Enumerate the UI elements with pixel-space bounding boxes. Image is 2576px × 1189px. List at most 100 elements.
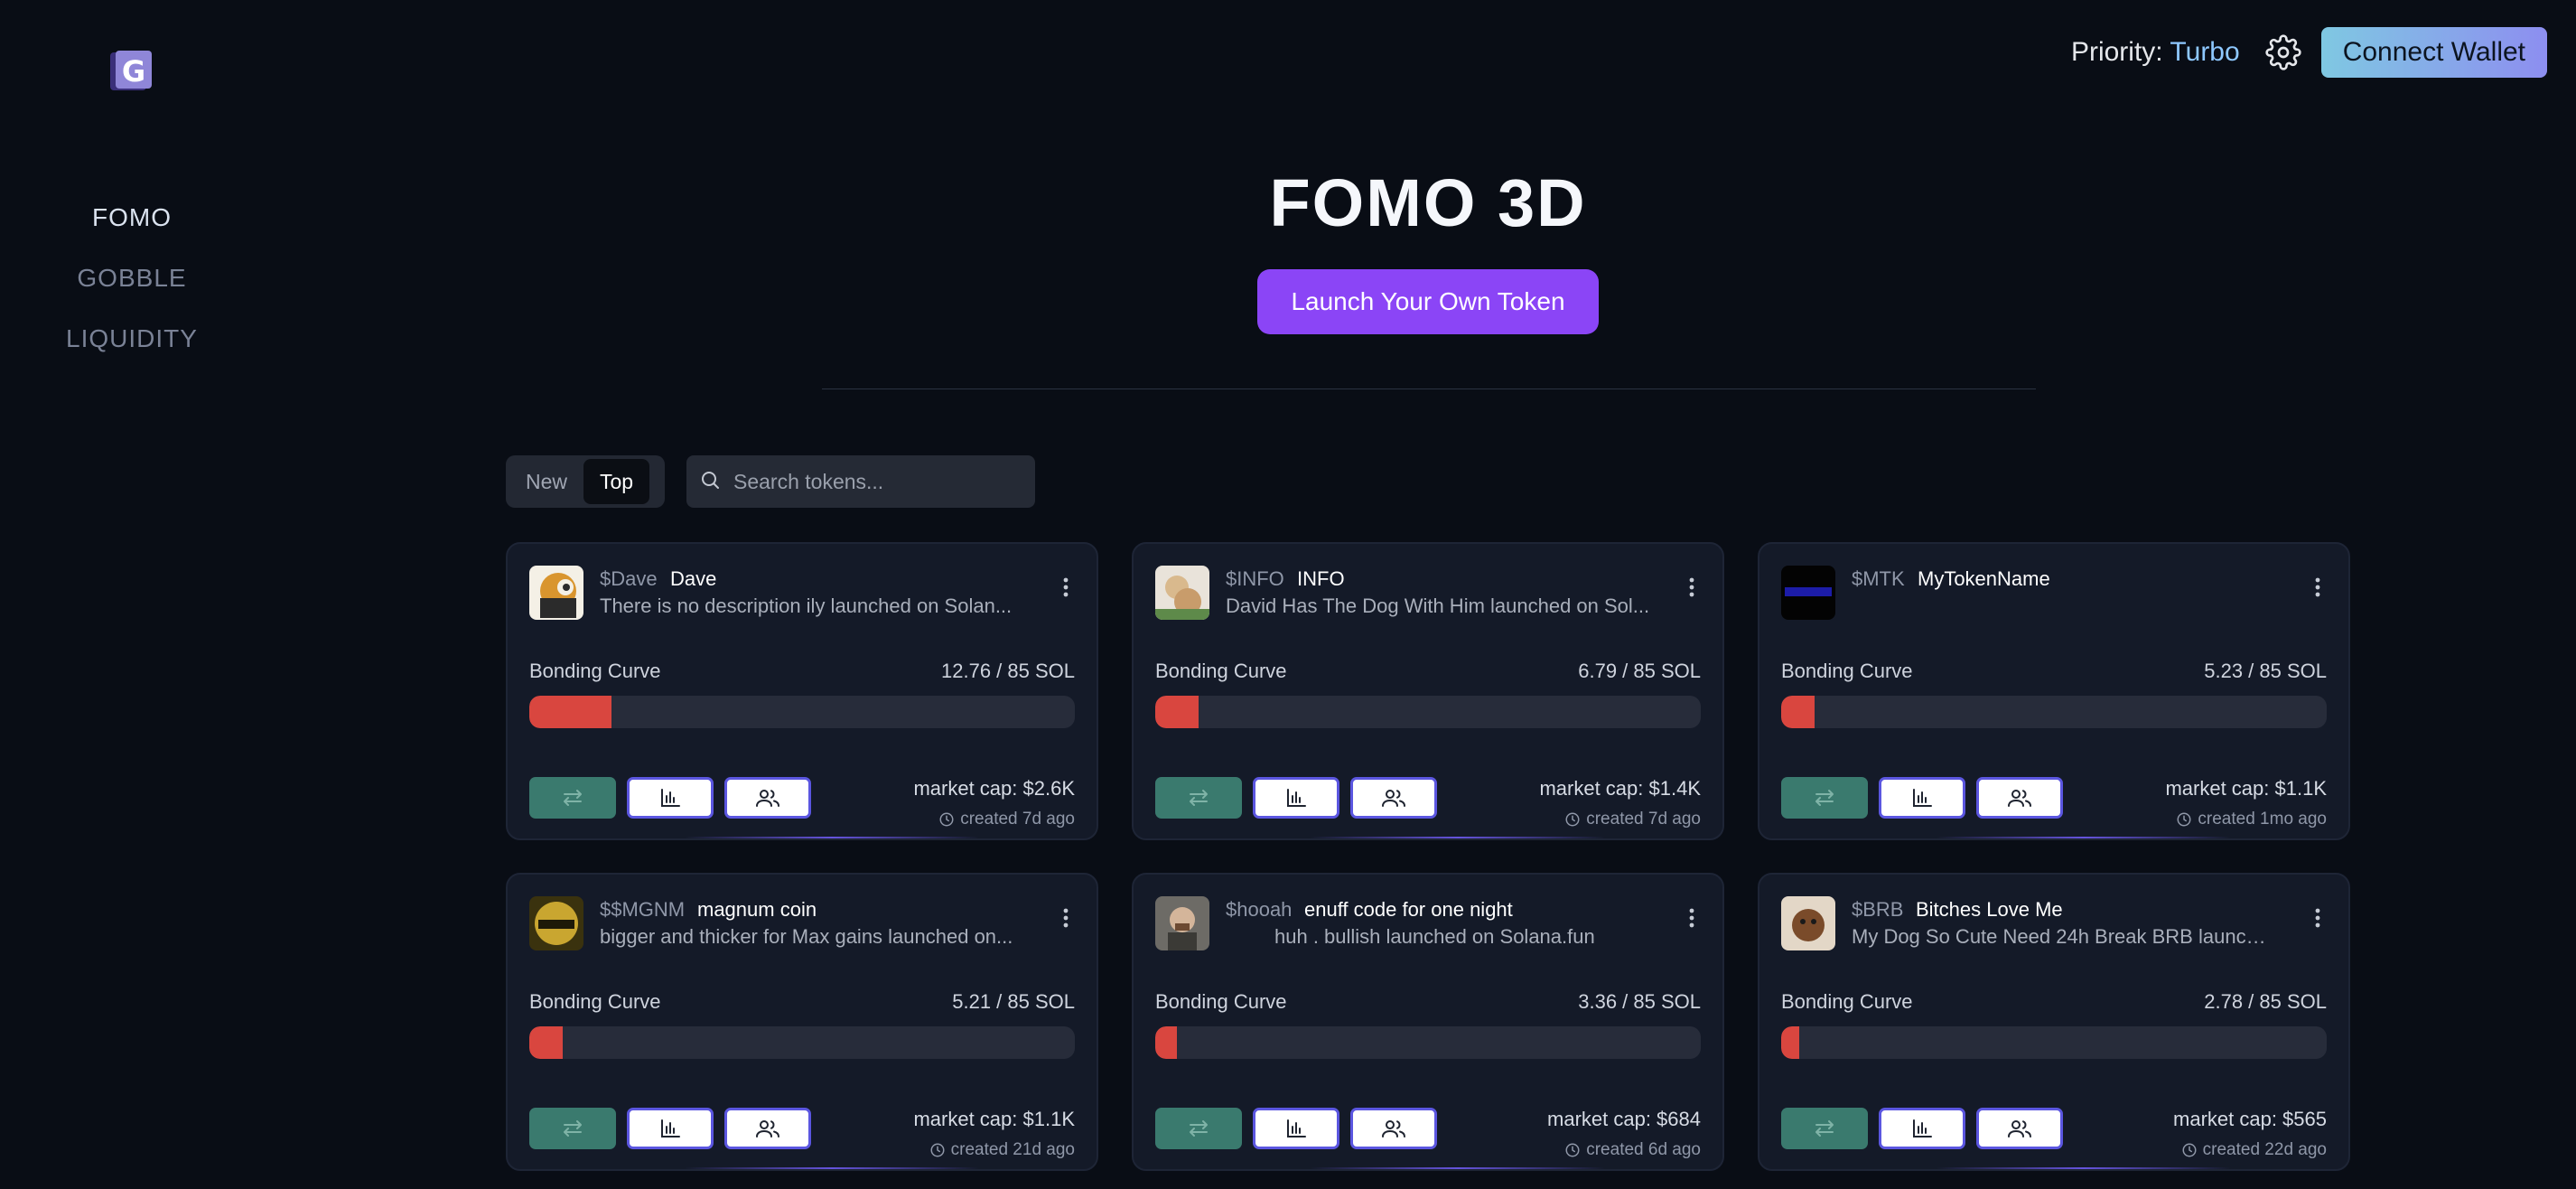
token-name: MyTokenName bbox=[1918, 567, 2050, 590]
bonding-curve-label: Bonding Curve bbox=[1781, 660, 1913, 682]
search-input[interactable] bbox=[732, 468, 1024, 495]
bar-chart-icon bbox=[1287, 789, 1306, 807]
priority-selector[interactable]: Priority: Turbo bbox=[2071, 37, 2240, 68]
bonding-curve-label: Bonding Curve bbox=[529, 990, 661, 1013]
bonding-progress-fill bbox=[1155, 696, 1199, 728]
clock-icon bbox=[1565, 812, 1580, 827]
chart-button[interactable] bbox=[1879, 777, 1965, 819]
swap-button[interactable] bbox=[1155, 1108, 1242, 1149]
bar-chart-icon bbox=[661, 789, 680, 807]
created-time: created 7d ago bbox=[938, 810, 1075, 829]
search-icon bbox=[699, 469, 721, 495]
swap-icon bbox=[1190, 1120, 1208, 1137]
swap-button[interactable] bbox=[1155, 777, 1242, 819]
priority-value: Turbo bbox=[2170, 37, 2240, 67]
token-ticker: $hooah bbox=[1226, 898, 1293, 921]
holders-button[interactable] bbox=[1976, 1108, 2063, 1149]
bonding-curve-value: 6.79 / 85 SOL bbox=[1578, 660, 1701, 682]
settings-gear-icon[interactable] bbox=[2265, 34, 2301, 70]
nav-item-fomo[interactable]: FOMO bbox=[0, 190, 264, 250]
swap-icon bbox=[564, 1120, 582, 1137]
connect-wallet-button[interactable]: Connect Wallet bbox=[2320, 27, 2547, 78]
created-time: created 7d ago bbox=[1564, 810, 1701, 829]
bonding-progress-fill bbox=[529, 1026, 564, 1059]
chart-button[interactable] bbox=[1253, 1108, 1339, 1149]
created-text: created 7d ago bbox=[1586, 810, 1701, 829]
bonding-curve-value: 12.76 / 85 SOL bbox=[941, 660, 1075, 682]
token-ticker: $MTK bbox=[1852, 567, 1905, 590]
token-card[interactable]: $Dave Dave There is no description ily l… bbox=[506, 542, 1098, 840]
top-bar: Priority: Turbo Connect Wallet bbox=[2071, 27, 2547, 78]
bar-chart-icon bbox=[1913, 789, 1932, 807]
svg-text:G: G bbox=[122, 54, 145, 89]
users-icon bbox=[2008, 1120, 2031, 1138]
clock-icon bbox=[939, 812, 954, 827]
bonding-progress-bar bbox=[1781, 1026, 2327, 1059]
created-time: created 1mo ago bbox=[2176, 810, 2327, 829]
more-options-icon[interactable] bbox=[1688, 576, 1695, 598]
holders-button[interactable] bbox=[1350, 1108, 1437, 1149]
nav-item-gobble[interactable]: GOBBLE bbox=[0, 250, 264, 311]
chart-button[interactable] bbox=[1879, 1108, 1965, 1149]
chart-button[interactable] bbox=[1253, 777, 1339, 819]
token-avatar bbox=[1781, 896, 1835, 950]
swap-button[interactable] bbox=[529, 1108, 616, 1149]
more-options-icon[interactable] bbox=[2314, 907, 2321, 929]
swap-button[interactable] bbox=[1781, 1108, 1868, 1149]
more-options-icon[interactable] bbox=[2314, 576, 2321, 598]
created-text: created 7d ago bbox=[960, 810, 1075, 829]
holders-button[interactable] bbox=[1350, 777, 1437, 819]
users-icon bbox=[1382, 790, 1405, 807]
bonding-curve-label: Bonding Curve bbox=[1155, 990, 1287, 1013]
tab-top[interactable]: Top bbox=[583, 459, 650, 504]
token-name: Bitches Love Me bbox=[1916, 898, 2063, 921]
side-nav: FOMO GOBBLE LIQUIDITY bbox=[0, 190, 264, 371]
token-name: Dave bbox=[670, 567, 717, 590]
launch-token-button[interactable]: Launch Your Own Token bbox=[1257, 269, 1599, 334]
bar-chart-icon bbox=[1287, 1119, 1306, 1138]
card-actions bbox=[1781, 1108, 2074, 1149]
clock-icon bbox=[2177, 812, 2191, 827]
bonding-progress-bar bbox=[529, 1026, 1075, 1059]
token-description: There is no description ily launched on … bbox=[600, 594, 1013, 617]
chart-button[interactable] bbox=[627, 777, 714, 819]
bonding-curve-label: Bonding Curve bbox=[1155, 660, 1287, 682]
token-card[interactable]: $INFO INFO David Has The Dog With Him la… bbox=[1132, 542, 1724, 840]
holders-button[interactable] bbox=[724, 1108, 811, 1149]
chart-button[interactable] bbox=[627, 1108, 714, 1149]
token-card[interactable]: $hooah enuff code for one night huh . bu… bbox=[1132, 873, 1724, 1171]
users-icon bbox=[2008, 790, 2031, 807]
market-cap: market cap: $1.1K bbox=[2165, 777, 2327, 800]
token-card[interactable]: $MTK MyTokenName Bonding Curve 5.23 / 85… bbox=[1758, 542, 2350, 840]
card-actions bbox=[529, 1108, 822, 1149]
clock-icon bbox=[930, 1143, 945, 1157]
page-title: FOMO 3D bbox=[1269, 165, 1587, 240]
token-description: My Dog So Cute Need 24h Break BRB launch… bbox=[1852, 925, 2276, 948]
holders-button[interactable] bbox=[1976, 777, 2063, 819]
swap-button[interactable] bbox=[1781, 777, 1868, 819]
bonding-curve-value: 3.36 / 85 SOL bbox=[1578, 990, 1701, 1013]
app-logo[interactable]: G bbox=[108, 49, 154, 94]
token-card[interactable]: $$MGNM magnum coin bigger and thicker fo… bbox=[506, 873, 1098, 1171]
token-card[interactable]: $BRB Bitches Love Me My Dog So Cute Need… bbox=[1758, 873, 2350, 1171]
holders-button[interactable] bbox=[724, 777, 811, 819]
more-options-icon[interactable] bbox=[1062, 907, 1069, 929]
token-avatar bbox=[1155, 566, 1209, 620]
token-description: bigger and thicker for Max gains launche… bbox=[600, 925, 1013, 948]
nav-item-liquidity[interactable]: LIQUIDITY bbox=[0, 311, 264, 371]
created-time: created 6d ago bbox=[1564, 1140, 1701, 1160]
bonding-curve-label: Bonding Curve bbox=[529, 660, 661, 682]
bar-chart-icon bbox=[1913, 1119, 1932, 1138]
tab-new[interactable]: New bbox=[509, 459, 583, 504]
clock-icon bbox=[2182, 1143, 2197, 1157]
users-icon bbox=[756, 790, 779, 807]
token-ticker: $BRB bbox=[1852, 898, 1904, 921]
token-ticker: $Dave bbox=[600, 567, 658, 590]
bonding-curve-value: 5.21 / 85 SOL bbox=[952, 990, 1075, 1013]
more-options-icon[interactable] bbox=[1062, 576, 1069, 598]
market-cap: market cap: $2.6K bbox=[913, 777, 1075, 800]
created-time: created 22d ago bbox=[2181, 1140, 2327, 1160]
swap-button[interactable] bbox=[529, 777, 616, 819]
bonding-progress-bar bbox=[1781, 696, 2327, 728]
more-options-icon[interactable] bbox=[1688, 907, 1695, 929]
